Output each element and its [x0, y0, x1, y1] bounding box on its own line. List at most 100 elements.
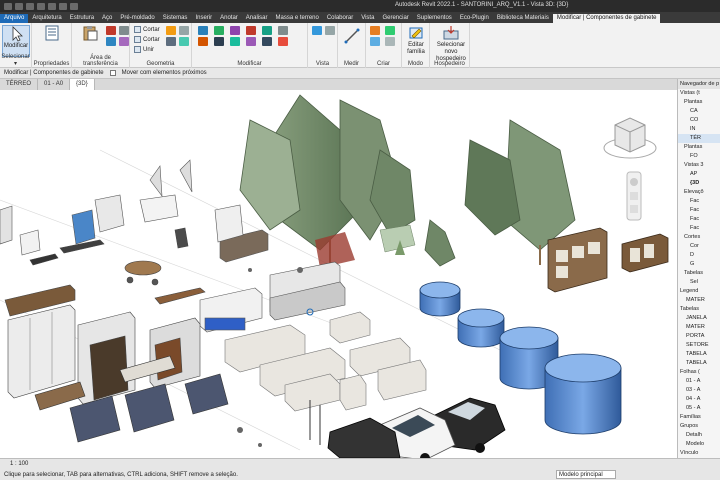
browser-row-plan-fo[interactable]: FO — [678, 152, 720, 161]
cope-button[interactable]: Cortar — [134, 26, 160, 33]
browser-row-facade-4[interactable]: Fac — [678, 224, 720, 233]
browser-row-facade-2[interactable]: Fac — [678, 206, 720, 215]
move-with-nearby-checkbox[interactable] — [109, 70, 116, 76]
browser-row-sheet-03[interactable]: 03 - A — [678, 386, 720, 395]
tab-eco-plugin[interactable]: Eco-Plugin — [456, 14, 493, 23]
tab-anotar[interactable]: Anotar — [216, 14, 242, 23]
copy-icon[interactable] — [119, 26, 129, 35]
3d-viewport[interactable] — [0, 90, 677, 458]
hide-icon[interactable] — [312, 26, 322, 35]
browser-row-sections[interactable]: Cortes — [678, 233, 720, 242]
modify-button[interactable]: Modificar — [2, 25, 30, 57]
create-similar-icon[interactable] — [370, 26, 380, 35]
wardrobe-group[interactable] — [4, 284, 201, 405]
browser-row-elevations[interactable]: Elevaçõ — [678, 188, 720, 197]
browser-row-section-cor[interactable]: Cor — [678, 242, 720, 251]
browser-row-sheets[interactable]: Folhas ( — [678, 368, 720, 377]
array-icon[interactable] — [262, 37, 272, 46]
browser-row-section-g[interactable]: G — [678, 260, 720, 269]
align-icon[interactable] — [198, 26, 208, 35]
browser-row-legends[interactable]: Legend — [678, 287, 720, 296]
paint-icon[interactable] — [166, 26, 176, 35]
tab-pre-moldado[interactable]: Pré-moldado — [116, 14, 158, 23]
split-face-icon[interactable] — [179, 26, 189, 35]
browser-row-3d-active[interactable]: {3D — [678, 179, 720, 188]
browser-row-sched-mater[interactable]: MATER — [678, 323, 720, 332]
move-icon[interactable] — [198, 37, 208, 46]
browser-row-group-model[interactable]: Modelo — [678, 440, 720, 449]
measure-tool-icon[interactable] — [344, 28, 360, 44]
browser-row-plan-in[interactable]: IN — [678, 125, 720, 134]
view-scale[interactable]: 1 : 100 — [10, 461, 28, 467]
tab-arquitetura[interactable]: Arquitetura — [28, 14, 65, 23]
view-tab-3d[interactable]: {3D} — [70, 79, 95, 90]
tab-gerenciar[interactable]: Gerenciar — [378, 14, 412, 23]
browser-row-table-sel[interactable]: Sel — [678, 278, 720, 287]
browser-row-plan-terreo[interactable]: TÉR — [678, 134, 720, 143]
view-cube[interactable] — [603, 117, 657, 159]
browser-row-groups[interactable]: Grupos — [678, 422, 720, 431]
select-menu[interactable]: Selecionar ▾ — [0, 54, 31, 67]
browser-row-3d-ap[interactable]: AP — [678, 170, 720, 179]
browser-row-sheet-05[interactable]: 05 - A — [678, 404, 720, 413]
browser-row-sched-porta[interactable]: PORTA — [678, 332, 720, 341]
browser-row-tables[interactable]: Tabelas — [678, 269, 720, 278]
navigation-bar[interactable] — [626, 171, 642, 221]
browser-row-sched-setore[interactable]: SETORE — [678, 341, 720, 350]
rotate-icon[interactable] — [230, 37, 240, 46]
cut-button[interactable]: Cortar — [134, 36, 160, 43]
create-group-icon[interactable] — [385, 26, 395, 35]
tab-massa-terreno[interactable]: Massa e terreno — [271, 14, 322, 23]
browser-row-plan-ca[interactable]: CA — [678, 107, 720, 116]
browser-row-legend-mater[interactable]: MATER — [678, 296, 720, 305]
paste-aligned-icon[interactable] — [119, 37, 129, 46]
browser-row-sheet-01[interactable]: 01 - A — [678, 377, 720, 386]
paste-button[interactable] — [76, 25, 104, 57]
split-icon[interactable] — [262, 26, 272, 35]
join-button[interactable]: Unir — [134, 46, 154, 53]
properties-button[interactable] — [38, 25, 66, 57]
tree-group[interactable] — [239, 94, 576, 268]
browser-row-sched-tabela-2[interactable]: TABELA — [678, 359, 720, 368]
tab-modificar-gabinete[interactable]: Modificar | Componentes de gabinete — [552, 14, 661, 23]
3d-view-icon[interactable] — [70, 2, 78, 10]
delete-icon[interactable] — [278, 37, 288, 46]
tab-sistemas[interactable]: Sistemas — [159, 14, 192, 23]
override-icon[interactable] — [325, 26, 335, 35]
open-icon[interactable] — [4, 2, 12, 10]
browser-row-facade-3[interactable]: Fac — [678, 215, 720, 224]
match-type-icon[interactable] — [106, 37, 116, 46]
browser-row-schedules[interactable]: Tabelas — [678, 305, 720, 314]
create-parts-icon[interactable] — [385, 37, 395, 46]
pin-icon[interactable] — [278, 26, 288, 35]
tab-biblioteca-materiais[interactable]: Biblioteca Materiais — [493, 14, 553, 23]
print-icon[interactable] — [48, 2, 56, 10]
tab-estrutura[interactable]: Estrutura — [66, 14, 98, 23]
measure-icon[interactable] — [59, 2, 67, 10]
edit-family-button[interactable]: Editar família — [402, 25, 430, 57]
browser-row-group-detail[interactable]: Detalh — [678, 431, 720, 440]
browser-row-views[interactable]: Vistas (t — [678, 89, 720, 98]
tab-inserir[interactable]: Inserir — [191, 14, 216, 23]
save-icon[interactable] — [15, 2, 23, 10]
view-tab-terreo[interactable]: TÉRREO — [0, 79, 39, 90]
pick-new-host-button[interactable]: Selecionar novo hospedeiro — [434, 25, 468, 62]
browser-row-3d-views[interactable]: Vistas 3 — [678, 161, 720, 170]
browser-row-sched-tabela-1[interactable]: TABELA — [678, 350, 720, 359]
cabinet-units[interactable] — [547, 227, 669, 293]
tab-aco[interactable]: Aço — [98, 14, 116, 23]
wall-joins-icon[interactable] — [179, 37, 189, 46]
browser-row-sheet-04[interactable]: 04 - A — [678, 395, 720, 404]
undo-icon[interactable] — [26, 2, 34, 10]
tab-suplementos[interactable]: Suplementos — [413, 14, 456, 23]
tab-colaborar[interactable]: Colaborar — [323, 14, 357, 23]
tab-arquivo[interactable]: Arquivo — [0, 14, 29, 23]
browser-row-sched-janela[interactable]: JANELA — [678, 314, 720, 323]
tab-analisar[interactable]: Analisar — [242, 14, 272, 23]
browser-row-floor-plans[interactable]: Plantas — [678, 98, 720, 107]
active-workset-select[interactable]: Modelo principal — [556, 470, 616, 479]
view-tab-01-a0[interactable]: 01 - A0 — [38, 79, 71, 90]
cut-icon[interactable] — [106, 26, 116, 35]
create-assembly-icon[interactable] — [370, 37, 380, 46]
offset-icon[interactable] — [214, 26, 224, 35]
